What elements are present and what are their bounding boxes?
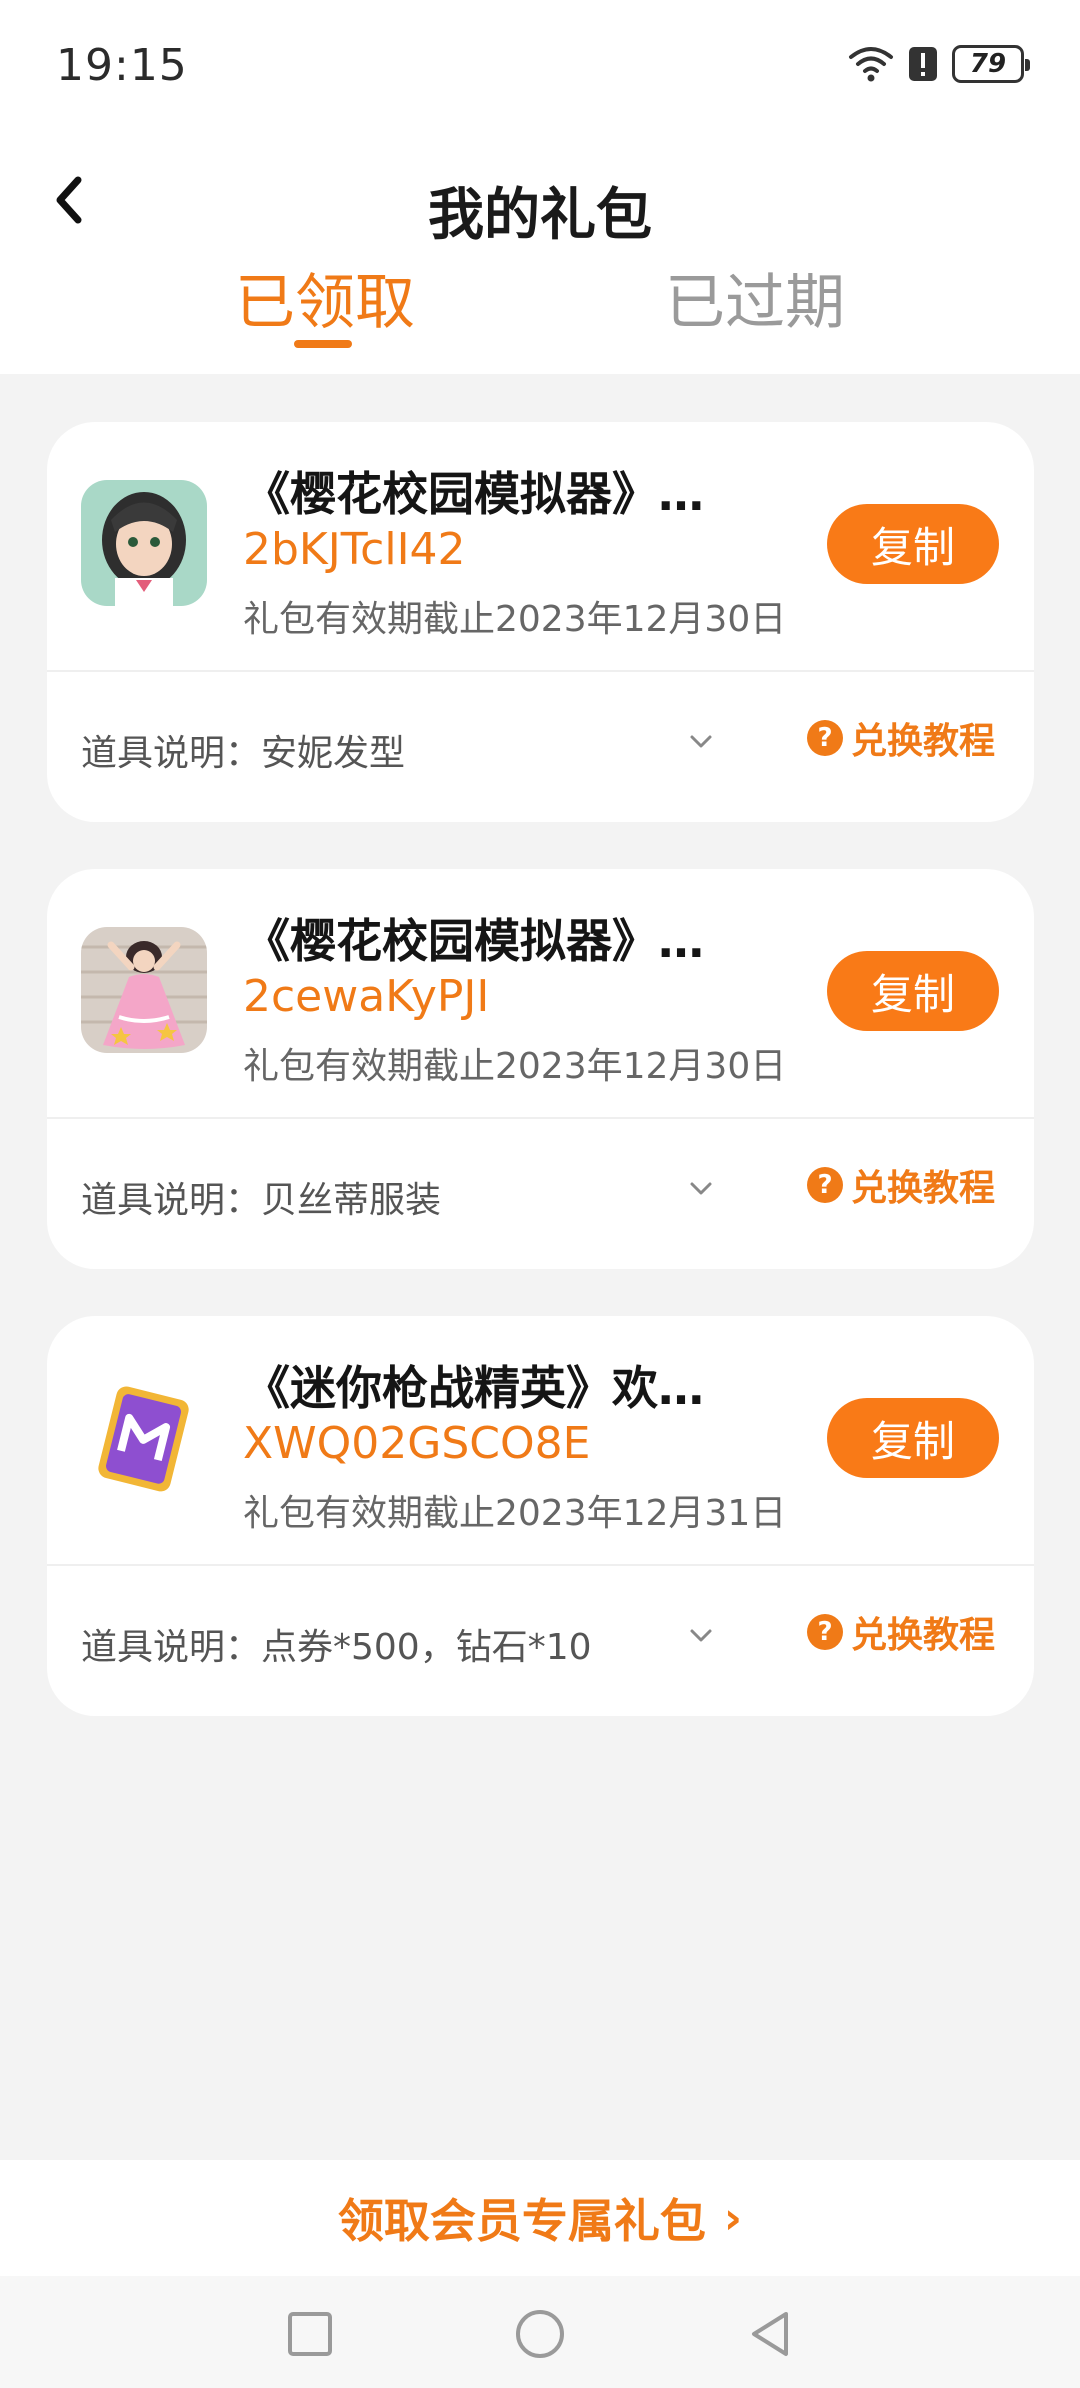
sakura-girl-icon: [81, 480, 207, 606]
chevron-down-icon: [690, 735, 712, 748]
gift-card: 《樱花校园模拟器》… 2bKJTclI42 礼包有效期截止2023年12月30日…: [47, 422, 1034, 822]
triangle-back-icon: [752, 2312, 788, 2356]
battery-level: 79: [969, 49, 1007, 79]
member-gift-bar[interactable]: 领取会员专属礼包 ›: [0, 2160, 1080, 2276]
expand-button[interactable]: [683, 724, 719, 760]
card-divider: [47, 1117, 1034, 1119]
gift-code: 2cewaKyPJI: [243, 971, 490, 1022]
gift-description: 道具说明：点券*500，钻石*10: [81, 1627, 592, 1668]
square-icon: [288, 2312, 332, 2356]
gift-description: 道具说明：安妮发型: [81, 733, 406, 774]
pink-dress-icon: [81, 927, 207, 1053]
card-divider: [47, 1564, 1034, 1566]
tutorial-label: 兑换教程: [851, 1615, 996, 1656]
expand-button[interactable]: [683, 1171, 719, 1207]
gift-description: 道具说明：贝丝蒂服装: [81, 1180, 442, 1221]
tab-claimed[interactable]: 已领取: [215, 254, 435, 341]
gift-title: 《樱花校园模拟器》…: [244, 467, 704, 521]
status-time: 19:15: [56, 40, 188, 91]
page-header: 我的礼包 已领取 已过期: [0, 130, 1080, 374]
chevron-down-icon: [690, 1182, 712, 1195]
gift-code: 2bKJTclI42: [243, 524, 466, 575]
gift-card: 《樱花校园模拟器》… 2cewaKyPJI 礼包有效期截止2023年12月30日…: [47, 869, 1034, 1269]
mini-card-icon: [81, 1374, 207, 1500]
system-nav-bar: [0, 2276, 1080, 2388]
question-icon: ?: [807, 1167, 843, 1203]
active-tab-indicator: [294, 340, 352, 348]
status-icons: 79: [848, 44, 1030, 84]
exchange-tutorial-link[interactable]: ? 兑换教程: [807, 1606, 995, 1658]
expand-button[interactable]: [683, 1618, 719, 1654]
wifi-icon: [849, 47, 893, 82]
copy-button[interactable]: 复制: [827, 1398, 999, 1478]
chevron-down-icon: [690, 1629, 712, 1642]
gift-code: XWQ02GSCO8E: [243, 1418, 591, 1469]
chevron-right-icon: ›: [723, 2192, 743, 2244]
exchange-tutorial-link[interactable]: ? 兑换教程: [807, 712, 995, 764]
member-gift-link[interactable]: 领取会员专属礼包: [338, 2185, 706, 2251]
gift-expiry: 礼包有效期截止2023年12月31日: [243, 1493, 787, 1534]
question-icon: ?: [807, 720, 843, 756]
home-button[interactable]: [512, 2306, 568, 2362]
exchange-tutorial-link[interactable]: ? 兑换教程: [807, 1159, 995, 1211]
status-bar: 19:15 79: [0, 0, 1080, 130]
copy-button[interactable]: 复制: [827, 951, 999, 1031]
tutorial-label: 兑换教程: [851, 721, 996, 762]
battery-indicator: 79: [952, 45, 1030, 83]
recent-apps-button[interactable]: [282, 2306, 338, 2362]
card-divider: [47, 670, 1034, 672]
alert-icon: [909, 47, 937, 81]
gift-expiry: 礼包有效期截止2023年12月30日: [243, 1046, 787, 1087]
gift-card: 《迷你枪战精英》欢… XWQ02GSCO8E 礼包有效期截止2023年12月31…: [47, 1316, 1034, 1716]
question-icon: ?: [807, 1614, 843, 1650]
circle-icon: [516, 2310, 564, 2358]
copy-button[interactable]: 复制: [827, 504, 999, 584]
gift-title: 《樱花校园模拟器》…: [244, 914, 704, 968]
tab-expired[interactable]: 已过期: [645, 254, 865, 341]
back-nav-button[interactable]: [742, 2306, 798, 2362]
tutorial-label: 兑换教程: [851, 1168, 996, 1209]
gift-expiry: 礼包有效期截止2023年12月30日: [243, 599, 787, 640]
page-title: 我的礼包: [428, 183, 652, 248]
gift-title: 《迷你枪战精英》欢…: [244, 1361, 704, 1415]
